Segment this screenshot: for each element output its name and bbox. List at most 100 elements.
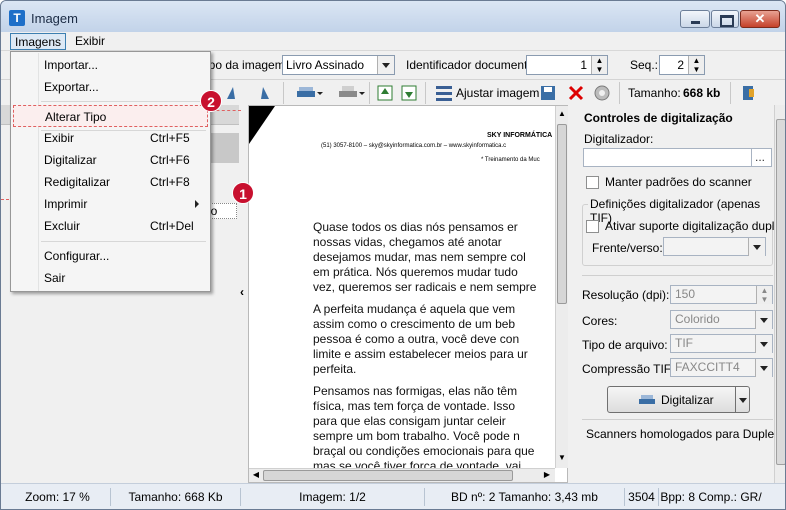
identificador-value: 1: [580, 58, 587, 72]
window-title: Imagem: [31, 11, 78, 26]
page-down-icon[interactable]: [399, 83, 419, 103]
spinner-icon[interactable]: ▲ ▼: [688, 56, 704, 74]
doc-line: limite e assim estabelecer meios para ur: [313, 347, 528, 361]
seq-input[interactable]: 2 ▲ ▼: [659, 55, 705, 75]
scroll-thumb[interactable]: [263, 470, 513, 481]
spinner-icon[interactable]: ▲ ▼: [591, 56, 607, 74]
doc-line: para que elas consigam juntar celeir: [313, 414, 506, 428]
digitalizador-label: Digitalizador:: [584, 132, 654, 146]
scanner-icon[interactable]: [295, 83, 323, 103]
status-zoom: Zoom: 17 %: [5, 488, 111, 506]
menu-item-exibir[interactable]: Exibir Ctrl+F5: [13, 127, 208, 149]
menu-item-alterar-tipo[interactable]: Alterar Tipo: [13, 105, 208, 127]
submenu-arrow-icon: [195, 200, 199, 208]
frente-verso-select[interactable]: [663, 237, 766, 256]
menu-item-label: Exibir: [44, 131, 75, 145]
scroll-up-icon[interactable]: ▲: [556, 108, 568, 120]
main-window: T Imagem ✕ Imagens Exibir ipo da imagem:…: [0, 0, 786, 510]
divider: [582, 275, 773, 276]
tipo-imagem-select[interactable]: Livro Assinado: [282, 55, 395, 75]
tipo-arquivo-select[interactable]: TIF: [670, 334, 773, 353]
panel-scrollbar[interactable]: [774, 105, 785, 483]
rotate-left-icon[interactable]: [223, 83, 243, 103]
ajustar-imagem-button[interactable]: Ajustar imagem: [456, 86, 539, 100]
compressao-select[interactable]: FAXCCITT4: [670, 358, 773, 377]
digitalizador-input[interactable]: [583, 148, 754, 167]
gear-icon[interactable]: [592, 83, 612, 103]
save-icon[interactable]: [538, 83, 558, 103]
manter-label: Manter padrões do scanner: [605, 175, 752, 189]
document-contact: (51) 3057-8100 – sky@skyinformatica.com.…: [321, 143, 507, 149]
close-button[interactable]: ✕: [740, 10, 780, 28]
page-corner: [249, 106, 275, 144]
scroll-left-icon[interactable]: ◀: [250, 469, 262, 481]
identificador-input[interactable]: 1 ▲ ▼: [526, 55, 608, 75]
spinner-icon[interactable]: ▲ ▼: [756, 286, 772, 304]
cores-value: Colorido: [675, 312, 720, 326]
page-up-icon[interactable]: [375, 83, 395, 103]
status-bd: BD nº: 2 Tamanho: 3,43 mb: [425, 488, 625, 506]
menu-exibir[interactable]: Exibir: [71, 33, 109, 50]
horizontal-scrollbar[interactable]: ◀ ▶: [249, 468, 555, 482]
chevron-down-icon: [755, 359, 772, 377]
digitalizar-button[interactable]: Digitalizar: [607, 386, 750, 413]
rotate-right-icon[interactable]: [253, 83, 273, 103]
resolucao-input[interactable]: 150 ▲ ▼: [670, 285, 773, 304]
exit-icon[interactable]: [739, 83, 759, 103]
tamanho-label: Tamanho:: [628, 86, 681, 100]
callout-badge-2: 2: [200, 90, 222, 112]
seq-value: 2: [677, 58, 684, 72]
delete-icon[interactable]: [566, 83, 586, 103]
menu-item-shortcut: Ctrl+F5: [150, 131, 190, 145]
scroll-down-icon[interactable]: ▼: [556, 452, 568, 464]
imagens-menu: Importar... Exportar... Alterar Tipo Exi…: [10, 51, 211, 292]
chevron-down-icon: [755, 311, 772, 329]
menu-item-sair[interactable]: Sair: [13, 267, 208, 289]
browse-button[interactable]: ...: [751, 148, 772, 167]
menu-item-label: Exportar...: [44, 80, 99, 94]
callout-line: [1, 199, 9, 200]
menu-item-excluir[interactable]: Excluir Ctrl+Del: [13, 215, 208, 237]
app-icon: T: [9, 10, 25, 26]
menu-item-label: Imprimir: [44, 197, 88, 211]
doc-line: sempre um bom trabalho. Você pode n: [313, 429, 520, 443]
chevron-down-icon: [377, 56, 394, 74]
menu-item-label: Configurar...: [44, 249, 110, 263]
document-viewer[interactable]: SKY INFORMÁTICA (51) 3057-8100 – sky@sky…: [248, 105, 568, 483]
manter-checkbox[interactable]: [586, 176, 599, 189]
scan-controls-panel: Controles de digitalização Digitalizador…: [578, 105, 785, 483]
doc-line: mas se você tiver força de vontade, vai: [313, 459, 522, 468]
maximize-button[interactable]: [711, 10, 739, 28]
scroll-right-icon[interactable]: ▶: [541, 469, 553, 481]
menu-item-label: Digitalizar: [44, 153, 97, 167]
menu-item-label: Sair: [44, 271, 66, 285]
doc-line: Pensamos nas formigas, elas não têm: [313, 384, 518, 398]
digitalizar-dropdown[interactable]: [735, 386, 750, 413]
scroll-thumb[interactable]: [557, 124, 567, 304]
scroll-thumb[interactable]: [776, 119, 785, 465]
vertical-scrollbar[interactable]: ▲ ▼: [555, 106, 568, 468]
menu-imagens[interactable]: Imagens: [10, 33, 67, 50]
minimize-button[interactable]: [680, 10, 710, 28]
title-bar: T Imagem ✕: [1, 1, 785, 32]
status-imagem: Imagem: 1/2: [241, 488, 425, 506]
cores-select[interactable]: Colorido: [670, 310, 773, 329]
menu-item-redigitalizar[interactable]: Redigitalizar Ctrl+F8: [13, 171, 208, 193]
resolucao-label: Resolução (dpi):: [582, 288, 670, 302]
menu-item-digitalizar[interactable]: Digitalizar Ctrl+F6: [13, 149, 208, 171]
menu-item-configurar[interactable]: Configurar...: [13, 245, 208, 267]
doc-line: braçal ou condições emocionais para que: [313, 444, 535, 458]
status-res: 3504: [625, 488, 659, 506]
right-splitter[interactable]: [568, 105, 578, 483]
doc-line: pessoa é como a outra, você deve con: [313, 332, 520, 346]
left-splitter[interactable]: [239, 105, 248, 483]
identificador-label: Identificador documento:: [406, 58, 538, 72]
duplex-checkbox[interactable]: [586, 220, 599, 233]
doc-line: perfeita.: [313, 362, 357, 376]
printer-icon[interactable]: [337, 83, 365, 103]
doc-line: desejamos mudar, mas nem sempre col: [313, 250, 526, 264]
menu-item-importar[interactable]: Importar...: [13, 54, 208, 76]
menu-item-imprimir[interactable]: Imprimir: [13, 193, 208, 215]
menu-item-exportar[interactable]: Exportar...: [13, 76, 208, 98]
status-bpp: Bpp: 8 Comp.: GR/: [660, 490, 762, 504]
